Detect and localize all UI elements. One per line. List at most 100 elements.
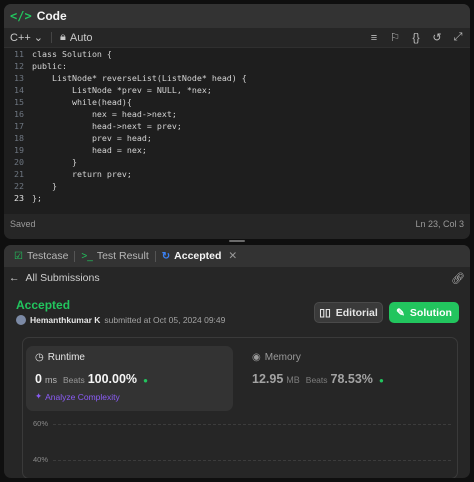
gridline [53, 460, 451, 461]
runtime-title-label: Runtime [47, 352, 85, 363]
tab-divider [74, 250, 76, 262]
code-panel-title: Code [36, 9, 67, 23]
editor-tools: ≡ ⚐ {} ↺ ⤢ [368, 31, 464, 44]
analyze-label: Analyze Complexity [45, 391, 120, 402]
code-line[interactable]: 14 ListNode *prev = NULL, *nex; [4, 84, 470, 96]
line-text: } [32, 157, 77, 167]
line-text: while(head){ [32, 97, 132, 107]
arrow-left-icon[interactable]: ← [9, 272, 20, 284]
expand-icon[interactable]: ⤢ [452, 31, 464, 44]
code-panel-header: </> Code [4, 4, 470, 28]
code-line[interactable]: 11 class Solution { [4, 48, 470, 60]
line-number: 19 [14, 145, 24, 155]
line-text: nex = head->next; [32, 109, 177, 119]
line-text: ListNode* reverseList(ListNode* head) { [32, 73, 247, 83]
line-text: public: [32, 61, 67, 71]
line-text: class Solution { [32, 49, 112, 59]
runtime-title: ◷ Runtime [35, 352, 224, 363]
runtime-beats-label: Beats [62, 375, 85, 385]
edit-icon: ✎ [396, 306, 405, 319]
tab-test-result-label: Test Result [96, 250, 149, 262]
line-number: 20 [14, 157, 24, 167]
analyze-complexity-link[interactable]: ✦ Analyze Complexity [35, 391, 224, 402]
code-line[interactable]: 21 return prev; [4, 168, 470, 180]
y-tick-label: 40% [33, 455, 49, 464]
line-number: 16 [14, 109, 24, 119]
submission-status: Accepted [16, 298, 71, 312]
tab-test-result[interactable]: >_ Test Result [77, 250, 152, 262]
line-text: } [32, 181, 57, 191]
line-number: 18 [14, 133, 24, 143]
code-lines: 11 class Solution {12 public: 13 ListNode* … [4, 48, 470, 204]
username[interactable]: Hemanthkumar K [30, 315, 100, 325]
code-line[interactable]: 19 head = nex; [4, 144, 470, 156]
runtime-value: 0 [35, 372, 42, 386]
checkbox-icon: ☑ [14, 250, 23, 262]
line-number: 12 [14, 61, 24, 71]
code-line[interactable]: 22 } [4, 180, 470, 192]
line-text: prev = head; [32, 133, 152, 143]
tab-divider [154, 250, 156, 262]
code-line[interactable]: 15 while(head){ [4, 96, 470, 108]
line-number: 11 [14, 49, 24, 59]
auto-mode-button[interactable]: 🔒︎ Auto [60, 31, 93, 44]
code-editor[interactable]: 11 class Solution {12 public: 13 ListNode* … [4, 48, 470, 214]
braces-icon[interactable]: {} [410, 32, 422, 44]
code-line[interactable]: 12 public: [4, 60, 470, 72]
memory-beats-value: 78.53% [330, 372, 373, 386]
panel-resize-handle[interactable] [229, 239, 245, 242]
line-number: 21 [14, 169, 24, 179]
runtime-badge-icon: ● [143, 376, 148, 385]
memory-chip-icon: ◉ [252, 352, 261, 363]
solution-button[interactable]: ✎ Solution [389, 302, 459, 323]
memory-value: 12.95 [252, 372, 284, 386]
line-number: 17 [14, 121, 24, 131]
memory-title-label: Memory [264, 352, 301, 363]
line-number: 22 [14, 181, 24, 191]
memory-title: ◉ Memory [252, 352, 434, 363]
memory-card[interactable]: ◉ Memory 12.95 MB Beats 78.53% ● [243, 346, 443, 411]
all-submissions-link[interactable]: All Submissions [26, 272, 100, 284]
editorial-label: Editorial [335, 306, 378, 319]
code-line[interactable]: 17 head->next = prev; [4, 120, 470, 132]
line-text: head->next = prev; [32, 121, 182, 131]
code-line[interactable]: 18 prev = head; [4, 132, 470, 144]
editor-status-bar: Saved Ln 23, Col 3 [4, 214, 470, 234]
result-tabs: ☑ Testcase >_ Test Result ↻ Accepted ✕ [4, 245, 470, 267]
link-icon[interactable]: 🔗︎ [451, 272, 465, 285]
save-status: Saved [10, 219, 36, 229]
memory-unit: MB [286, 375, 300, 385]
code-line[interactable]: 16 nex = head->next; [4, 108, 470, 120]
tab-accepted[interactable]: ↻ Accepted ✕ [158, 250, 241, 262]
line-text: }; [32, 193, 42, 203]
cursor-position: Ln 23, Col 3 [415, 219, 464, 229]
code-line[interactable]: 20 } [4, 156, 470, 168]
bookmark-icon[interactable]: ⚐ [389, 31, 401, 44]
code-icon: </> [10, 9, 32, 23]
runtime-distribution-chart: 60% 40% [23, 417, 457, 478]
editorial-button[interactable]: ▯▯ Editorial [314, 302, 383, 323]
runtime-card[interactable]: ◷ Runtime 0 ms Beats 100.00% ● ✦ Analyze… [26, 346, 233, 411]
line-number: 14 [14, 85, 24, 95]
runtime-beats-value: 100.00% [87, 372, 138, 386]
tab-accepted-label: Accepted [174, 250, 222, 262]
avatar[interactable] [16, 315, 26, 325]
submissions-nav: ← All Submissions 🔗︎ [4, 267, 470, 289]
language-label: C++ [10, 31, 31, 44]
line-text: return prev; [32, 169, 132, 179]
toolbar-divider [51, 32, 53, 43]
format-icon[interactable]: ≡ [368, 32, 380, 44]
line-number: 15 [14, 97, 24, 107]
reset-icon[interactable]: ↺ [431, 31, 443, 44]
code-line[interactable]: 23}; [4, 192, 470, 204]
tab-testcase[interactable]: ☑ Testcase [10, 250, 72, 262]
solution-label: Solution [409, 306, 452, 319]
code-line[interactable]: 13 ListNode* reverseList(ListNode* head)… [4, 72, 470, 84]
memory-badge-icon: ● [378, 376, 384, 385]
submission-meta: Hemanthkumar K submitted at Oct 05, 2024… [16, 315, 225, 325]
history-icon: ↻ [161, 250, 171, 262]
line-number: 13 [14, 73, 24, 83]
close-icon[interactable]: ✕ [228, 250, 237, 262]
line-text: head = nex; [32, 145, 147, 155]
language-select[interactable]: C++ ⌄ [10, 31, 43, 45]
